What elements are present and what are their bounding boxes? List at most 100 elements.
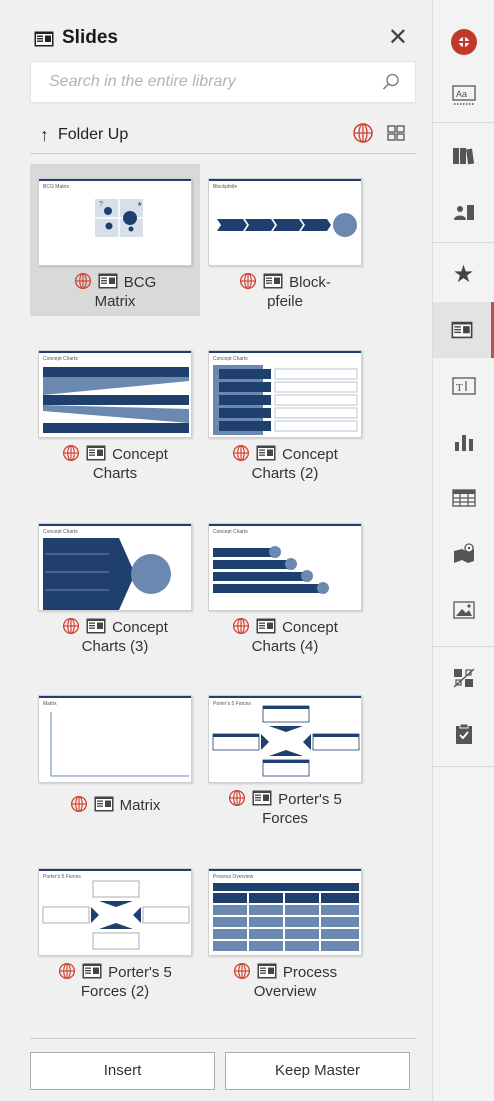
slide-title: Porter's 5 (108, 964, 172, 981)
table-icon (451, 489, 476, 507)
globe-icon (70, 795, 87, 813)
slide-thumbnail: Matrix (38, 695, 192, 783)
globe-icon (240, 272, 257, 290)
slide-tile[interactable]: Porter's 5 Forces Porter's 5 Forces (200, 681, 370, 833)
slide-title: Porter's 5 (278, 791, 342, 808)
slide-icon (98, 273, 118, 289)
app-logo-button[interactable] (433, 14, 494, 70)
picture-icon (452, 601, 475, 619)
chart-icon (454, 435, 473, 451)
slide-thumbnail: Concept Charts (38, 350, 192, 438)
slide-title-line2: Charts (92, 465, 138, 482)
text-box-button[interactable]: T (433, 358, 494, 414)
panel-title: Slides (62, 27, 118, 48)
slide-icon (82, 963, 102, 979)
slide-title: Block- (289, 274, 331, 291)
slides-button[interactable] (433, 302, 494, 358)
people-button[interactable] (433, 184, 494, 240)
slide-title-line2: Forces (262, 810, 308, 827)
slide-title-line2: pfeile (267, 293, 303, 310)
slide-tile[interactable]: Blockpfeile Block- pfeile (200, 164, 370, 316)
globe-icon (59, 962, 76, 980)
puzzle-button[interactable] (433, 650, 494, 706)
slide-thumbnail: BCG Matrix ? ★ (38, 178, 192, 266)
slide-title: Process (282, 964, 338, 981)
slide-title: BCG (123, 274, 157, 291)
library-icon (452, 148, 474, 165)
table-button[interactable] (433, 470, 494, 526)
svg-text:?: ? (99, 201, 103, 208)
picture-button[interactable] (433, 582, 494, 638)
slides-icon (34, 31, 54, 47)
clipboard-check-icon (455, 723, 472, 744)
close-button[interactable]: ✕ (388, 25, 408, 51)
keep-master-button[interactable]: Keep Master (225, 1052, 410, 1090)
globe-icon (229, 789, 246, 807)
slide-thumbnail: Concept Charts (38, 523, 192, 611)
slide-title: Matrix (119, 797, 161, 814)
tool-rail: Aa ★ T (432, 0, 494, 1101)
slide-title: Concept (112, 446, 168, 463)
clipboard-button[interactable] (433, 706, 494, 762)
chart-button[interactable] (433, 414, 494, 470)
text-styles-button[interactable]: Aa (433, 68, 494, 124)
slide-tile[interactable]: Concept Charts Concept Charts (2) (200, 336, 370, 488)
svg-text:★: ★ (137, 201, 142, 208)
slide-title-line2: Charts (2) (251, 465, 319, 482)
people-icon (453, 205, 474, 220)
footer-divider (30, 1038, 416, 1039)
slide-thumbnail: Porter's 5 Forces (208, 695, 362, 783)
map-icon (453, 543, 474, 563)
globe-icon (233, 617, 250, 635)
globe-icon (233, 444, 250, 462)
folder-up-label: Folder Up (58, 126, 129, 143)
slides-panel: Slides ✕ ↑ Folder Up BCG Ma (0, 0, 432, 1101)
search-icon[interactable] (381, 72, 401, 92)
insert-button[interactable]: Insert (30, 1052, 215, 1090)
slide-icon (86, 445, 106, 461)
slide-tile[interactable]: Concept Charts Concept Charts (4) (200, 509, 370, 661)
globe-icon (63, 617, 80, 635)
slide-thumbnail: Process Overview (208, 868, 362, 956)
slide-title: Concept (112, 619, 168, 636)
slide-icon (94, 796, 114, 812)
map-button[interactable] (433, 526, 494, 582)
app-logo-icon (450, 29, 477, 55)
library-button[interactable] (433, 128, 494, 184)
arrow-up-icon: ↑ (40, 124, 49, 145)
slide-icon (256, 445, 276, 461)
text-box-icon: T (451, 377, 476, 395)
slide-icon (257, 963, 277, 979)
grid-view-icon[interactable] (386, 123, 406, 143)
slide-thumbnail: Blockpfeile (208, 178, 362, 266)
slide-tile[interactable]: Process Overview Process Overview (200, 854, 370, 1006)
slide-tile[interactable]: Concept Charts Concept Charts (3) (30, 509, 200, 661)
slide-title-line2: Matrix (94, 293, 136, 310)
svg-text:Aa: Aa (456, 89, 467, 99)
panel-header: Slides ✕ (30, 22, 420, 56)
slide-title-line2: Forces (2) (80, 983, 150, 1000)
favorites-icon: ★ (452, 260, 475, 288)
slide-tile[interactable]: Matrix Matrix (30, 681, 200, 833)
folder-toolbar: ↑ Folder Up (30, 118, 416, 154)
folder-up-button[interactable]: ↑ Folder Up (40, 124, 128, 146)
slide-title: Concept (282, 446, 338, 463)
slide-tile[interactable]: BCG Matrix ? ★ BCG Matrix (30, 164, 200, 316)
globe-icon (74, 272, 91, 290)
globe-icon (233, 962, 250, 980)
slide-thumbnail: Concept Charts (208, 350, 362, 438)
globe-icon (63, 444, 80, 462)
favorites-button[interactable]: ★ (433, 246, 494, 302)
slide-thumbnail: Porter's 5 Forces (38, 868, 192, 956)
slide-icon (252, 790, 272, 806)
slide-icon (256, 618, 276, 634)
slide-tile[interactable]: Concept Charts Concept Charts (30, 336, 200, 488)
search-input[interactable] (31, 62, 371, 102)
slide-title: Concept (282, 619, 338, 636)
globe-icon[interactable] (352, 122, 374, 144)
slide-title-line2: Overview (253, 983, 317, 1000)
slide-tile[interactable]: Porter's 5 Forces Porter's 5 Forces (2) (30, 854, 200, 1006)
slide-title-line2: Charts (4) (251, 638, 319, 655)
svg-text:T: T (456, 382, 463, 394)
puzzle-icon (452, 668, 475, 688)
